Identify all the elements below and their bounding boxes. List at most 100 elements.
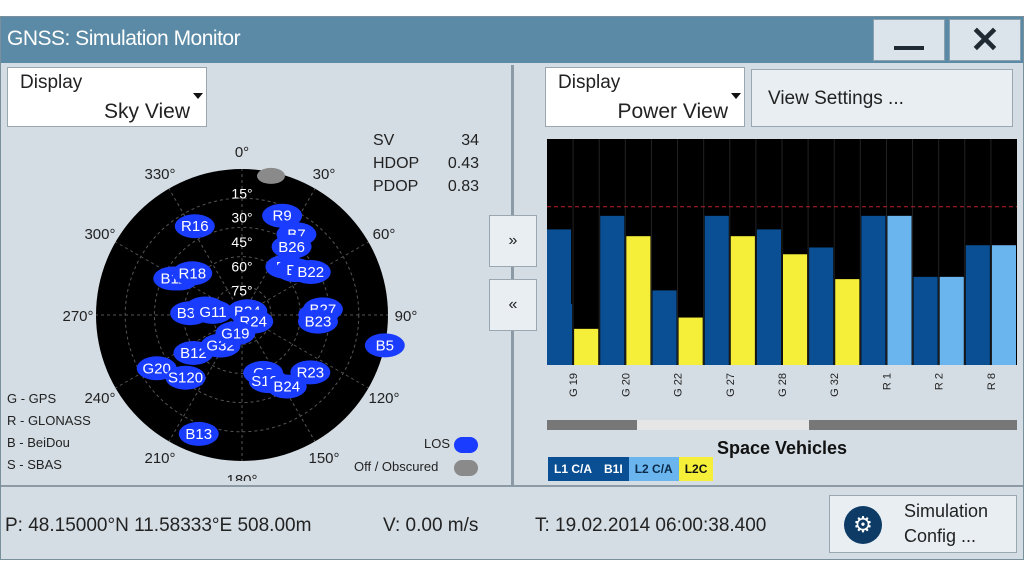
satellite-g19[interactable]: G19 xyxy=(215,321,256,346)
satellite-g11[interactable]: G11 xyxy=(192,299,233,324)
satellite-r16[interactable]: R16 xyxy=(174,214,215,239)
los-legend-label: LOS xyxy=(424,436,451,451)
move-left-button[interactable]: « xyxy=(489,279,537,331)
bar-l1-c-a-4 xyxy=(756,229,781,365)
system-legend-beidou: B - BeiDou xyxy=(7,435,70,450)
azimuth-label: 180° xyxy=(226,472,257,481)
display-label: Display xyxy=(20,72,83,93)
los-legend-swatch xyxy=(454,437,478,453)
tick-label: G 19 xyxy=(568,373,580,397)
chart-scrollbar-thumb[interactable] xyxy=(637,420,809,430)
obscured-satellite xyxy=(257,167,286,184)
elevation-label: 75° xyxy=(231,283,252,299)
azimuth-label: 300° xyxy=(84,226,115,243)
svg-text:B22: B22 xyxy=(297,264,324,281)
bar-l1-c-a-6 xyxy=(861,215,886,365)
position-readout: P: 48.15000°N 11.58333°E 508.00m xyxy=(5,515,312,536)
tick-label: R 2 xyxy=(934,373,946,390)
bar-l2c-2 xyxy=(678,317,703,365)
system-legend-gps: G - GPS xyxy=(7,391,57,406)
bar-l1-c-a-1 xyxy=(600,215,625,365)
display-label: Display xyxy=(558,72,621,93)
legend-item-l2c: L2C xyxy=(678,457,714,481)
bar-l1-c-a-3 xyxy=(704,215,729,365)
sky-display-dropdown[interactable]: Display Sky View xyxy=(7,67,207,127)
svg-text:B13: B13 xyxy=(185,426,212,443)
azimuth-label: 330° xyxy=(144,166,175,183)
bar-l2c-0 xyxy=(574,328,599,365)
svg-text:B23: B23 xyxy=(305,314,332,331)
azimuth-label: 120° xyxy=(369,390,400,407)
minimize-icon xyxy=(894,46,924,50)
view-settings-button[interactable]: View Settings ... xyxy=(751,69,1013,127)
satellite-b22[interactable]: B22 xyxy=(290,260,331,285)
sim-config-label-2: Config ... xyxy=(904,526,977,546)
svg-text:G11: G11 xyxy=(199,304,226,321)
simulation-config-button[interactable]: ⚙ Simulation Config ... xyxy=(829,495,1017,553)
chevron-down-icon xyxy=(193,93,203,99)
display-value: Power View xyxy=(617,100,729,123)
minimize-button[interactable] xyxy=(873,19,945,61)
azimuth-label: 150° xyxy=(308,450,339,467)
time-readout: T: 19.02.2014 06:00:38.400 xyxy=(535,515,767,536)
move-right-button[interactable]: » xyxy=(489,215,537,267)
status-divider xyxy=(1,485,1023,487)
azimuth-label: 30° xyxy=(313,166,336,183)
power-display-dropdown[interactable]: Display Power View xyxy=(545,67,745,127)
elevation-label: 60° xyxy=(231,258,252,274)
bar-l1-c-a-8 xyxy=(965,245,990,365)
system-legend-glonass: R - GLONASS xyxy=(7,413,91,428)
close-button[interactable]: ✕ xyxy=(949,19,1021,61)
satellite-b13[interactable]: B13 xyxy=(178,421,219,446)
azimuth-label: 270° xyxy=(62,308,93,325)
tick-label: G 27 xyxy=(725,373,737,397)
tick-label: R 8 xyxy=(986,373,998,390)
obscured-legend-swatch xyxy=(454,460,478,476)
svg-text:B24: B24 xyxy=(273,379,300,396)
azimuth-label: 90° xyxy=(395,308,418,325)
legend-item-l1-c-a: L1 C/A xyxy=(548,457,599,481)
svg-text:R16: R16 xyxy=(181,218,209,235)
elevation-label: 45° xyxy=(231,234,252,250)
chevron-down-icon xyxy=(731,93,741,99)
bar-l2-c-a-7 xyxy=(939,276,964,365)
panel-divider xyxy=(511,65,514,485)
bar-l2c-1 xyxy=(626,236,651,365)
tick-label: R 1 xyxy=(881,373,893,390)
elevation-label: 30° xyxy=(231,210,252,226)
obscured-legend-label: Off / Obscured xyxy=(354,459,439,474)
azimuth-label: 240° xyxy=(84,390,115,407)
svg-text:G19: G19 xyxy=(221,325,249,342)
tick-label: G 32 xyxy=(829,373,841,397)
sim-config-label-1: Simulation xyxy=(904,501,989,521)
satellite-b5[interactable]: B5 xyxy=(364,333,405,358)
svg-text:R9: R9 xyxy=(273,208,292,225)
azimuth-label: 60° xyxy=(373,226,396,243)
close-icon: ✕ xyxy=(969,19,1001,60)
satellite-b24[interactable]: B24 xyxy=(266,374,307,399)
tick-label: G 22 xyxy=(673,373,685,397)
bar-l2c-3 xyxy=(730,236,755,365)
satellite-s120[interactable]: S120 xyxy=(165,365,206,390)
elevation-label: 15° xyxy=(231,185,252,201)
bar-b1i-0 xyxy=(547,229,572,365)
velocity-readout: V: 0.00 m/s xyxy=(383,515,479,536)
gear-icon: ⚙ xyxy=(844,506,882,544)
bar-l1-c-a-7 xyxy=(913,276,938,365)
bar-l1-c-a-5 xyxy=(809,247,834,365)
title-bar: GNSS: Simulation Monitor ✕ xyxy=(1,17,1023,63)
power-view-chart: G 19 G 20 G 22 G 27 G 28 G 32 R 1 R 2 R 8 Space V… xyxy=(547,139,1017,458)
system-legend-sbas: S - SBAS xyxy=(7,457,62,472)
azimuth-label: 0° xyxy=(235,144,249,161)
tick-label: G 28 xyxy=(777,373,789,397)
svg-text:S120: S120 xyxy=(168,370,203,387)
satellite-b23[interactable]: B23 xyxy=(297,309,338,334)
bar-l1-c-a-2 xyxy=(652,290,677,365)
bar-l2-c-a-6 xyxy=(887,215,912,365)
satellite-r18[interactable]: R18 xyxy=(172,261,213,286)
legend-item-l2-c-a: L2 C/A xyxy=(628,457,679,481)
svg-text:B26: B26 xyxy=(278,239,305,256)
azimuth-label: 210° xyxy=(144,450,175,467)
x-axis-label: Space Vehicles xyxy=(717,438,847,458)
satellite-b26[interactable]: B26 xyxy=(271,234,312,259)
